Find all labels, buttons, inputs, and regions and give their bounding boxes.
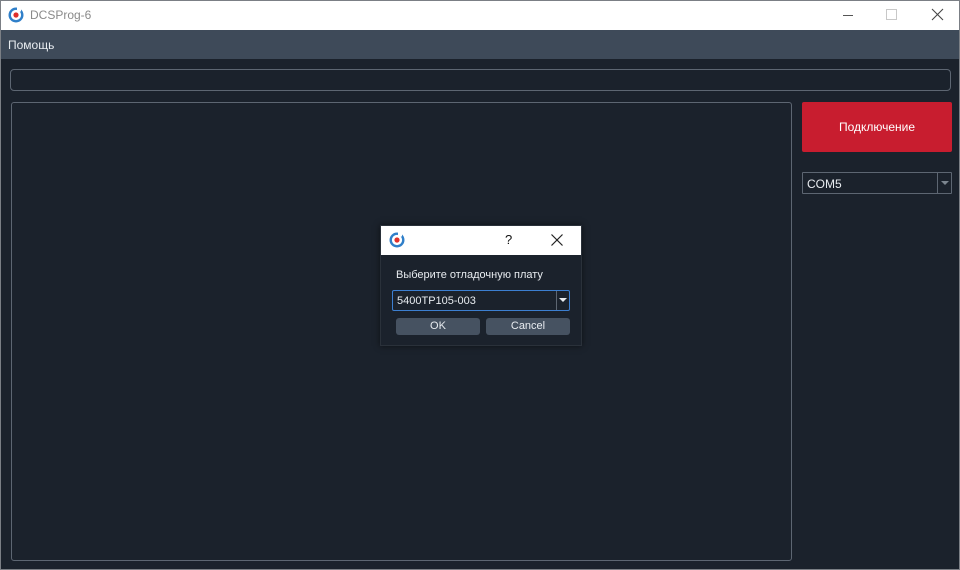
port-select-value: COM5	[807, 177, 842, 191]
title-bar[interactable]: DCSProg-6	[1, 0, 959, 30]
ok-button[interactable]: OK	[396, 318, 480, 335]
board-select-dropdown-button[interactable]	[556, 291, 569, 310]
board-select[interactable]: 5400TP105-003	[392, 290, 570, 311]
cancel-button[interactable]: Cancel	[486, 318, 570, 335]
minimize-button[interactable]	[825, 1, 871, 30]
maximize-button[interactable]	[868, 1, 914, 30]
maximize-icon	[886, 9, 897, 20]
menu-bar: Помощь	[1, 30, 959, 59]
window-title: DCSProg-6	[30, 8, 92, 22]
dialog-close-icon[interactable]	[549, 232, 565, 248]
board-select-value: 5400TP105-003	[397, 295, 476, 307]
dialog-prompt: Выберите отладочную плату	[396, 269, 543, 281]
port-select-dropdown-button[interactable]	[937, 173, 951, 193]
chevron-down-icon	[559, 298, 567, 302]
dialog-help-button[interactable]: ?	[505, 232, 512, 247]
close-button[interactable]	[914, 1, 959, 30]
minimize-icon	[843, 15, 853, 16]
path-input[interactable]	[10, 69, 951, 91]
board-select-dialog: ? Выберите отладочную плату 5400TP105-00…	[380, 225, 582, 346]
app-logo-icon	[8, 7, 24, 23]
app-window: DCSProg-6 Помощь Подключение COM5 ? Выбе…	[0, 0, 960, 570]
port-select[interactable]: COM5	[802, 172, 952, 194]
dialog-title-bar[interactable]: ?	[381, 226, 581, 255]
close-icon	[931, 8, 944, 21]
chevron-down-icon	[941, 181, 949, 185]
connect-button[interactable]: Подключение	[802, 102, 952, 152]
menu-item-help[interactable]: Помощь	[8, 38, 54, 52]
app-logo-icon	[389, 232, 405, 248]
